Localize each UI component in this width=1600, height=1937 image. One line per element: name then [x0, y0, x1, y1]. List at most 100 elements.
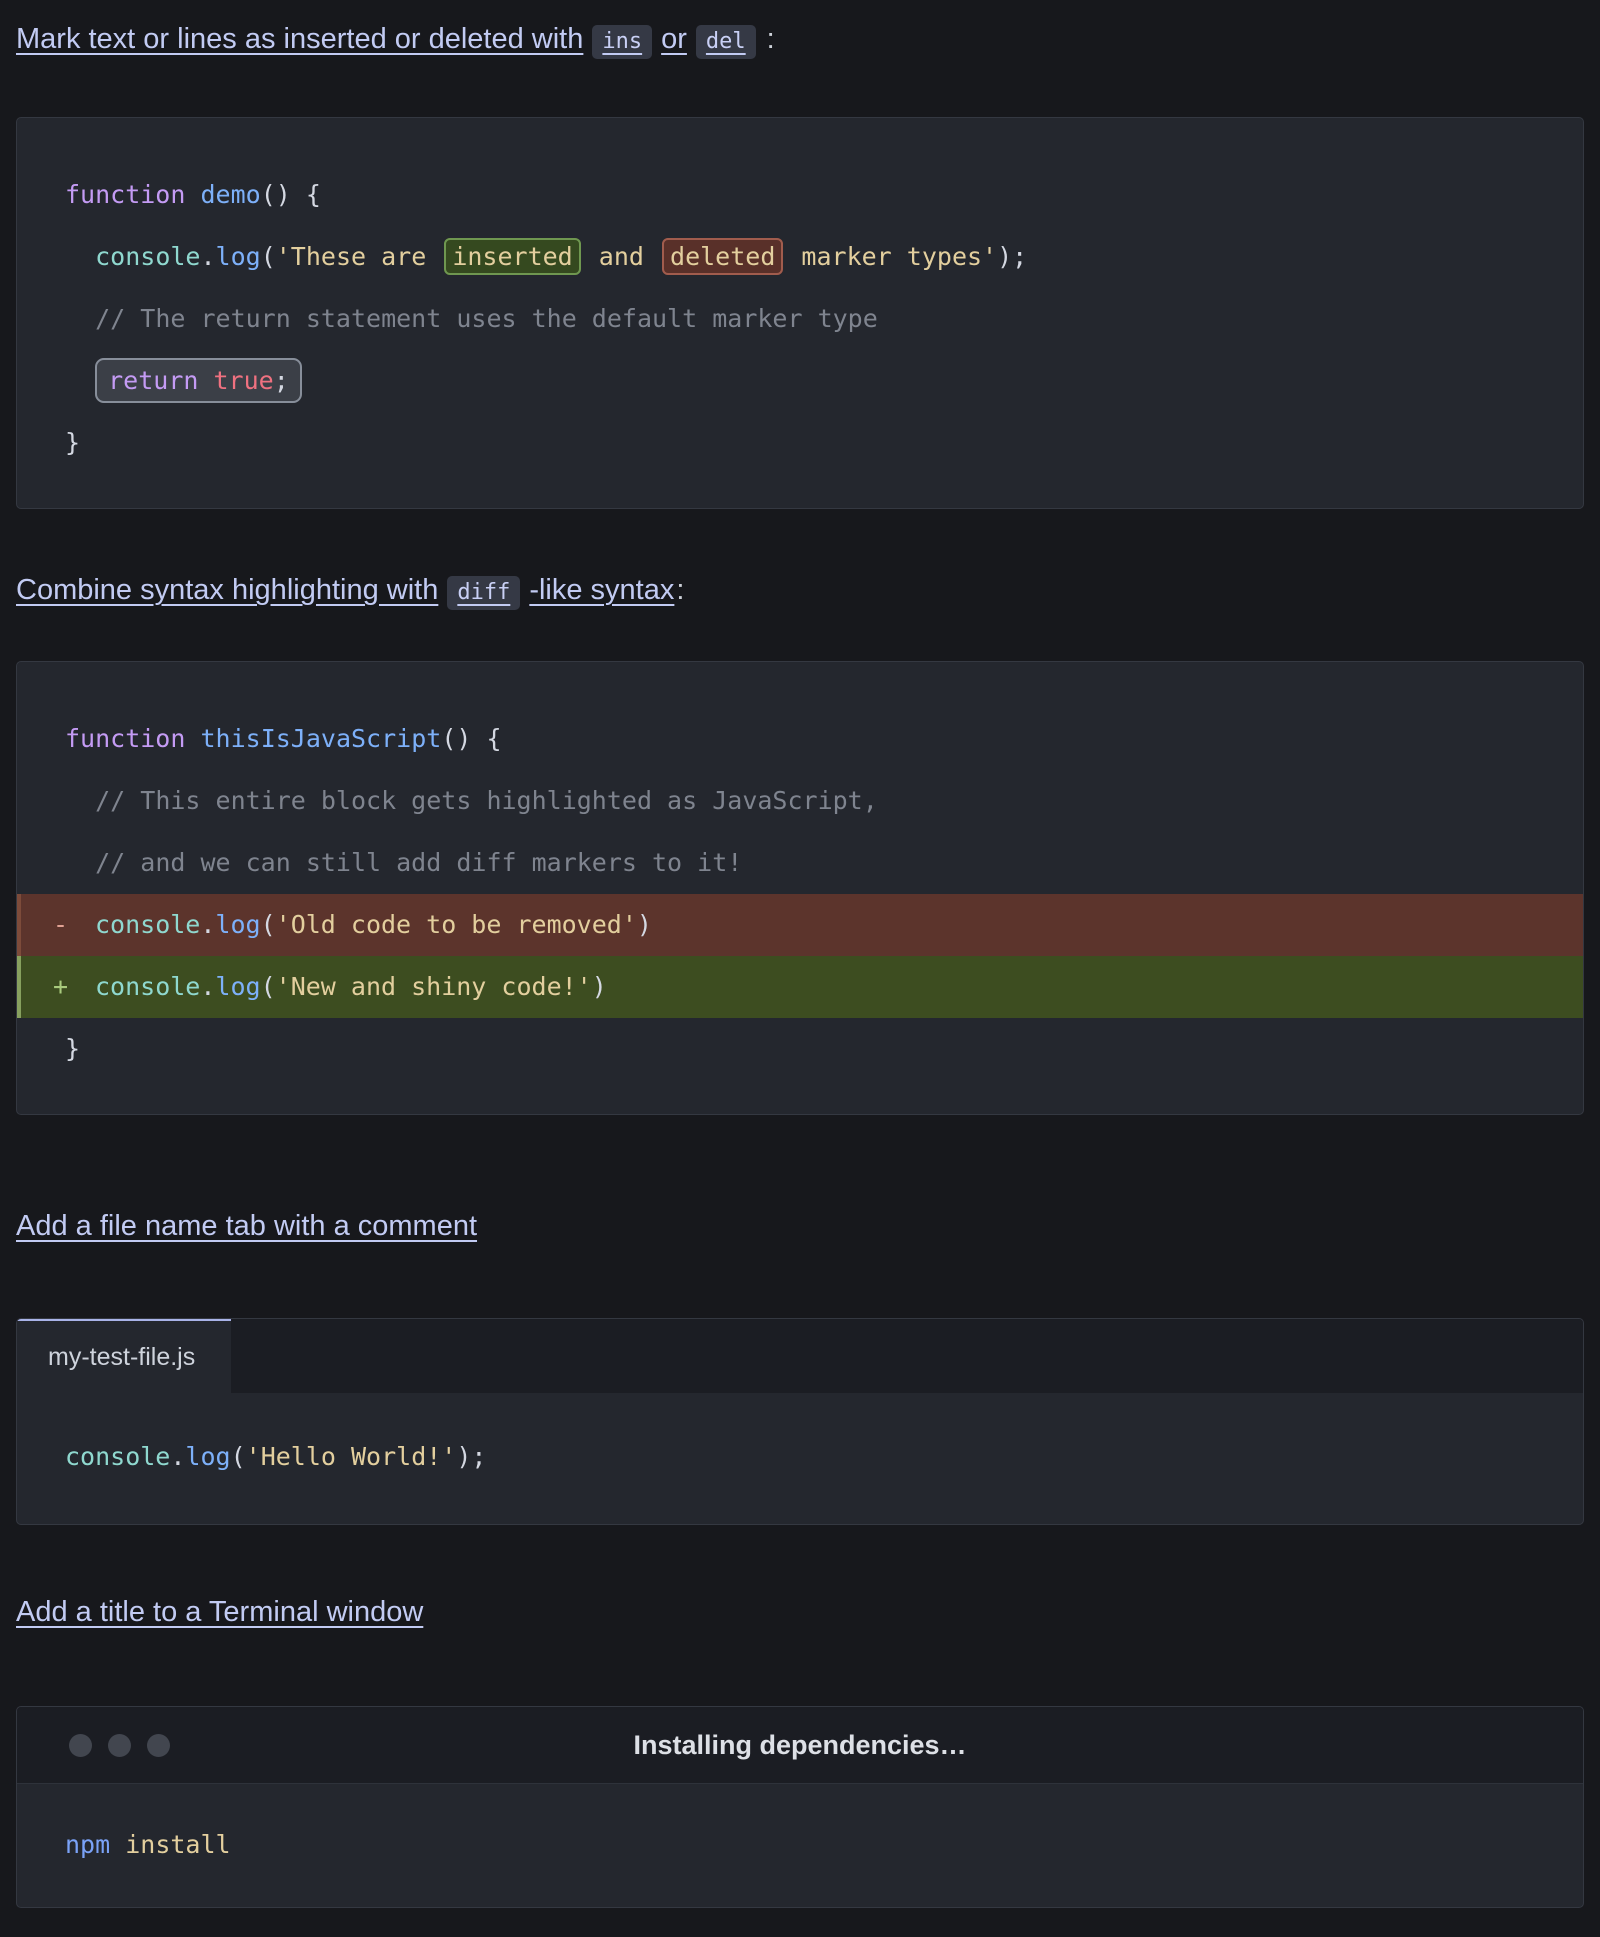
code-line: }: [17, 1018, 1583, 1080]
code-token: [110, 1830, 125, 1859]
code-token: (: [231, 1442, 246, 1471]
code-token: }: [65, 1034, 80, 1063]
code-token: .: [170, 1442, 185, 1471]
heading-link-terminal[interactable]: Add a title to a Terminal window: [16, 1596, 423, 1628]
code-token: 'These are: [276, 242, 442, 271]
inline-code-diff[interactable]: diff: [447, 576, 520, 610]
deleted-marker: deleted: [662, 238, 783, 275]
code-line: console.log('Hello World!');: [17, 1426, 1583, 1488]
code-token: log: [215, 910, 260, 939]
code-token: .: [200, 972, 215, 1001]
code-token: marker types': [786, 242, 997, 271]
heading-link-ins-del[interactable]: Mark text or lines as inserted or delete…: [16, 23, 765, 55]
code-token: [185, 180, 200, 209]
code-token: thisIsJavaScript: [200, 724, 441, 753]
heading-text: Mark text or lines as inserted or delete…: [16, 23, 583, 55]
code-token: (: [261, 972, 276, 1001]
file-tab-label: my-test-file.js: [48, 1343, 195, 1371]
heading-text: or: [661, 23, 687, 55]
code-token: 'New and shiny code!': [276, 972, 592, 1001]
code-body: function thisIsJavaScript() { // This en…: [17, 662, 1583, 1114]
code-token: [65, 242, 95, 271]
code-token: [65, 366, 95, 395]
heading-link-file-tab[interactable]: Add a file name tab with a comment: [16, 1210, 477, 1242]
code-token: }: [65, 428, 80, 457]
code-token: log: [216, 242, 261, 271]
code-token: and: [584, 242, 659, 271]
code-token: () {: [261, 180, 321, 209]
code-token: install: [125, 1830, 230, 1859]
terminal-header: Installing dependencies…: [17, 1707, 1583, 1784]
file-tab-bar: my-test-file.js: [17, 1319, 1583, 1393]
code-comment: // The return statement uses the default…: [95, 304, 878, 333]
terminal-window: Installing dependencies… npm install: [16, 1706, 1584, 1908]
code-token: (: [261, 242, 276, 271]
code-line: // The return statement uses the default…: [17, 288, 1583, 350]
diff-removed-line: -console.log('Old code to be removed'): [17, 894, 1583, 956]
code-token: return: [108, 366, 198, 395]
code-token: () {: [441, 724, 501, 753]
code-token: console: [95, 242, 200, 271]
diff-marker-plus: +: [53, 956, 95, 1018]
window-dot: [147, 1734, 170, 1757]
code-token: );: [997, 242, 1027, 271]
code-line: }: [17, 412, 1583, 474]
code-token: true: [213, 366, 273, 395]
file-tab[interactable]: my-test-file.js: [17, 1319, 231, 1393]
heading-colon: :: [767, 23, 775, 55]
code-line: function demo() {: [17, 164, 1583, 226]
code-token: ): [637, 910, 652, 939]
code-body: console.log('Hello World!');: [17, 1393, 1583, 1524]
terminal-title: Installing dependencies…: [633, 1730, 966, 1761]
code-line: // and we can still add diff markers to …: [17, 832, 1583, 894]
code-comment: // and we can still add diff markers to …: [95, 848, 742, 877]
code-token: function: [65, 724, 185, 753]
code-token: );: [456, 1442, 486, 1471]
code-block-file-tab: my-test-file.js console.log('Hello World…: [16, 1318, 1584, 1525]
code-line: console.log('These are inserted and dele…: [17, 226, 1583, 288]
code-token: demo: [200, 180, 260, 209]
code-token: .: [200, 242, 215, 271]
code-token: [65, 848, 95, 877]
code-token: console: [95, 972, 200, 1001]
window-dots: [69, 1707, 170, 1784]
default-marker-box: return true;: [95, 358, 302, 403]
code-token: ): [592, 972, 607, 1001]
code-line: npm install: [17, 1814, 1583, 1876]
inserted-marker: inserted: [444, 238, 580, 275]
code-line: function thisIsJavaScript() {: [17, 708, 1583, 770]
heading-text: Combine syntax highlighting with: [16, 574, 438, 606]
code-line: return true;: [17, 350, 1583, 412]
code-comment: // This entire block gets highlighted as…: [95, 786, 878, 815]
diff-marker-minus: -: [53, 894, 95, 956]
code-token: [65, 786, 95, 815]
page: Mark text or lines as inserted or delete…: [0, 0, 1600, 1908]
code-body: function demo() { console.log('These are…: [17, 118, 1583, 508]
code-token: console: [65, 1442, 170, 1471]
code-token: log: [185, 1442, 230, 1471]
code-token: .: [200, 910, 215, 939]
terminal-body: npm install: [17, 1784, 1583, 1907]
code-token: (: [261, 910, 276, 939]
code-token: console: [95, 910, 200, 939]
code-token: 'Old code to be removed': [276, 910, 637, 939]
heading-row-terminal: Add a title to a Terminal window: [16, 1593, 1584, 1631]
code-token: 'Hello World!': [246, 1442, 457, 1471]
diff-added-line: +console.log('New and shiny code!'): [17, 956, 1583, 1018]
heading-row-file-tab: Add a file name tab with a comment: [16, 1207, 1584, 1245]
heading-row-diff: Combine syntax highlighting with diff -lik…: [16, 571, 1584, 612]
code-token: [65, 304, 95, 333]
code-block-diff: function thisIsJavaScript() { // This en…: [16, 661, 1584, 1115]
heading-text: -like syntax: [529, 574, 674, 606]
inline-code-ins[interactable]: ins: [592, 25, 652, 59]
inline-code-del[interactable]: del: [696, 25, 756, 59]
code-block-markers: function demo() { console.log('These are…: [16, 117, 1584, 509]
heading-row-ins-del: Mark text or lines as inserted or delete…: [16, 20, 1584, 61]
code-token: ;: [274, 366, 289, 395]
heading-link-diff[interactable]: Combine syntax highlighting withdiff-lik…: [16, 574, 674, 606]
code-token: log: [215, 972, 260, 1001]
heading-colon: :: [676, 574, 684, 606]
code-token: function: [65, 180, 185, 209]
window-dot: [69, 1734, 92, 1757]
code-token: npm: [65, 1830, 110, 1859]
